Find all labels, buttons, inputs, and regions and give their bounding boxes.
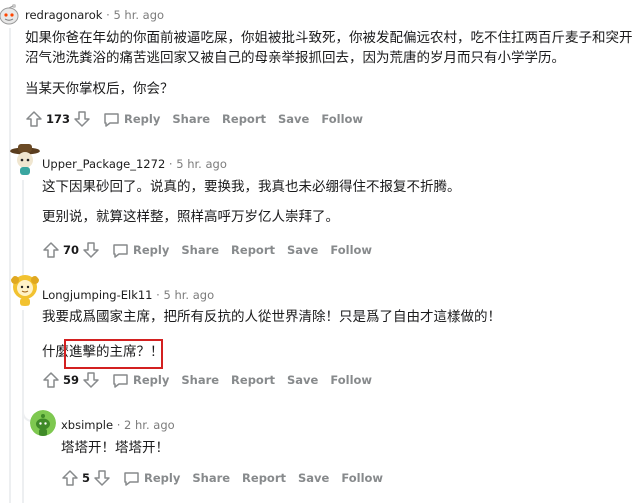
upvote-icon[interactable] [25,110,43,128]
comment-bubble-icon [103,111,120,128]
comment-actions: 59 Reply Share Report Save Follow [42,369,372,391]
dot-separator: · [116,418,125,432]
reply-button[interactable]: Reply [103,111,160,128]
report-button[interactable]: Report [231,243,275,257]
comment-body-line: 当某天你掌权后，你会？ [25,81,174,97]
comment-bubble-icon [123,470,140,487]
share-button[interactable]: Share [181,243,219,257]
downvote-icon[interactable] [82,241,100,259]
report-button[interactable]: Report [222,112,266,126]
save-button[interactable]: Save [278,112,309,126]
report-button[interactable]: Report [231,373,275,387]
vote-count: 5 [82,471,91,485]
cowboy-snoo-avatar-icon [10,144,40,175]
comment-meta: redragonarok · 5 hr. ago [25,8,164,22]
avatar-longjumping-elk11[interactable] [8,272,42,306]
comment-actions: 173 Reply Share Report Save Follow [25,108,363,130]
comment-actions: 5 Reply Share Report Save Follow [61,467,383,489]
follow-button[interactable]: Follow [330,243,372,257]
comment-body-line: 如果你爸在年幼的你面前被逼吃屎，你姐被批斗致死，你被发配偏远农村，吃不住扛两百斤… [25,30,633,46]
comment-meta: Longjumping-Elk11 · 5 hr. ago [42,288,214,302]
comment-actions: 70 Reply Share Report Save Follow [42,239,372,261]
avatar-redragonarok[interactable] [0,2,20,26]
comment-meta: Upper_Package_1272 · 5 hr. ago [42,157,227,171]
username[interactable]: xbsimple [61,418,113,432]
vote-count: 59 [63,373,80,387]
timestamp[interactable]: 5 hr. ago [176,157,227,171]
timestamp[interactable]: 2 hr. ago [124,418,175,432]
share-button[interactable]: Share [172,112,210,126]
upvote-icon[interactable] [61,469,79,487]
comment-meta: xbsimple · 2 hr. ago [61,418,175,432]
comment-body-line: 沼气池洗粪浴的痛苦逃回家又被自己的母亲举报抓回去，因为荒唐的岁月而只有小学学历。 [25,50,565,66]
reply-button[interactable]: Reply [123,470,180,487]
thread-line-root[interactable] [9,28,11,503]
downvote-icon[interactable] [73,110,91,128]
save-button[interactable]: Save [287,243,318,257]
downvote-icon[interactable] [93,469,111,487]
green-snoo-avatar-icon [30,410,56,436]
avatar-upper-package-1272[interactable] [8,142,42,176]
username[interactable]: Upper_Package_1272 [42,157,165,171]
vote-count: 70 [63,243,80,257]
reply-button[interactable]: Reply [112,242,169,259]
timestamp[interactable]: 5 hr. ago [163,288,214,302]
reply-button[interactable]: Reply [112,372,169,389]
reply-label: Reply [133,243,170,257]
vote-count: 173 [46,112,71,126]
follow-button[interactable]: Follow [330,373,372,387]
report-button[interactable]: Report [242,471,286,485]
comment-body-line: 我要成爲國家主席，把所有反抗的人從世界清除！只是爲了自由才這樣做的！ [42,309,501,325]
snoo-avatar-icon [0,4,19,25]
comment-body-line: 塔塔开！塔塔开！ [61,440,169,456]
timestamp[interactable]: 5 hr. ago [113,8,164,22]
upvote-icon[interactable] [42,371,60,389]
save-button[interactable]: Save [287,373,318,387]
username[interactable]: Longjumping-Elk11 [42,288,153,302]
save-button[interactable]: Save [298,471,329,485]
follow-button[interactable]: Follow [321,112,363,126]
comment-bubble-icon [112,242,129,259]
highlight-annotation-box [64,339,163,369]
upvote-icon[interactable] [42,241,60,259]
share-button[interactable]: Share [181,373,219,387]
reply-label: Reply [133,373,170,387]
comment-body-line: 这下因果砂回了。说真的，要换我，我真也未必绷得住不报复不折腾。 [42,179,461,195]
lion-snoo-avatar-icon [11,275,39,306]
reply-label: Reply [124,112,161,126]
downvote-icon[interactable] [82,371,100,389]
avatar-xbsimple[interactable] [30,410,56,436]
comment-body-line: 更别说，就算这样整，照样高呼万岁亿人崇拜了。 [42,209,339,225]
comment-bubble-icon [112,372,129,389]
share-button[interactable]: Share [192,471,230,485]
username[interactable]: redragonarok [25,8,102,22]
follow-button[interactable]: Follow [341,471,383,485]
reply-label: Reply [144,471,181,485]
